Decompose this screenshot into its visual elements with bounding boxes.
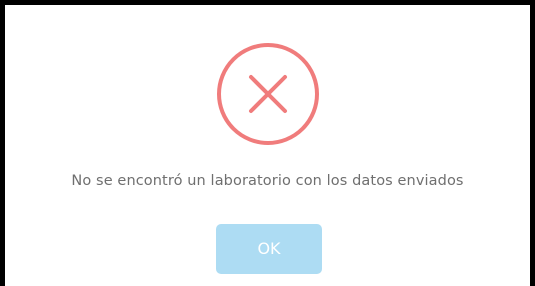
error-dialog: No se encontró un laboratorio con los da… xyxy=(5,5,530,286)
error-x-icon xyxy=(217,43,319,145)
ok-button[interactable]: OK xyxy=(216,224,322,274)
dialog-message: No se encontró un laboratorio con los da… xyxy=(71,173,464,189)
frame-border-right xyxy=(530,0,535,286)
screenshot-frame: No se encontró un laboratorio con los da… xyxy=(0,0,535,286)
